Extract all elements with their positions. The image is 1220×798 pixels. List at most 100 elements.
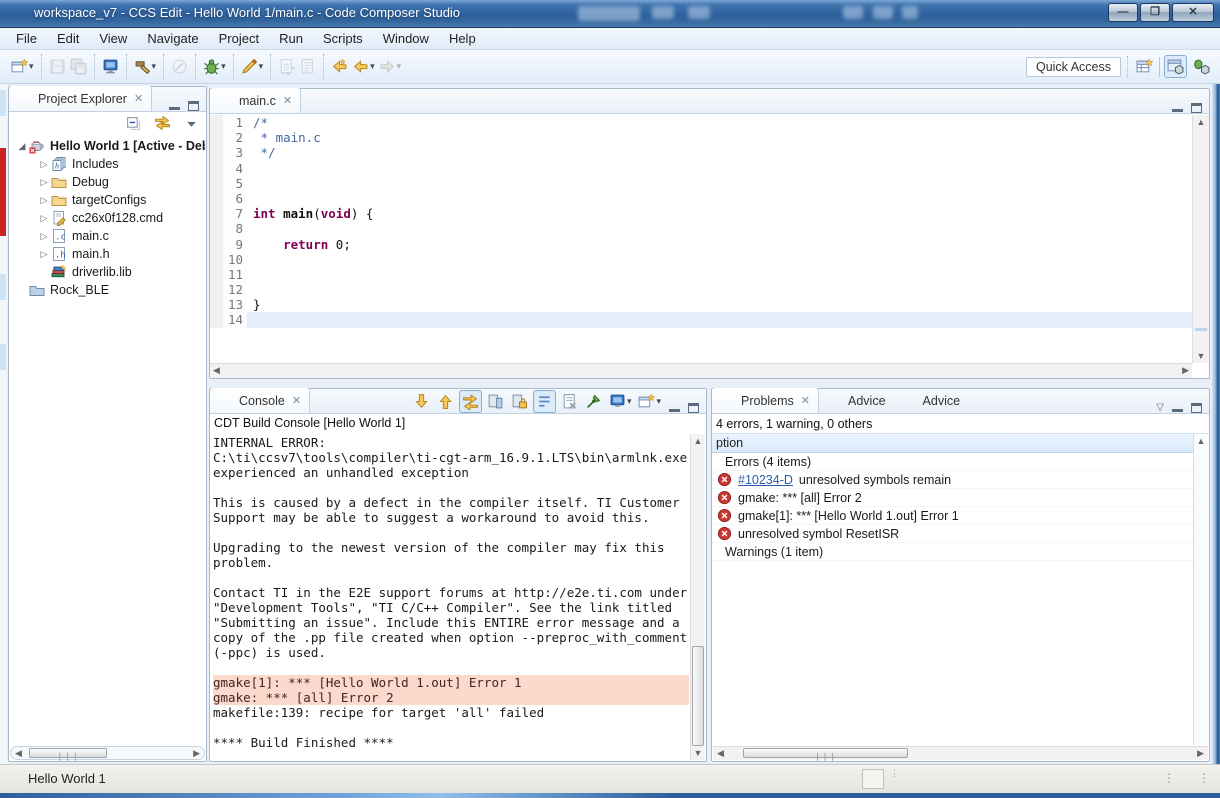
code-line[interactable]: 6	[210, 190, 1192, 207]
tree-item-mainc[interactable]: ▷ .c main.c	[9, 227, 205, 245]
minimize-view-icon[interactable]	[1172, 104, 1183, 112]
problem-error-row[interactable]: gmake: *** [all] Error 2	[712, 489, 1193, 507]
menu-navigate[interactable]: Navigate	[137, 29, 208, 48]
scroll-lock-button[interactable]	[509, 391, 530, 412]
target-console-button[interactable]	[100, 56, 121, 77]
dropdown-arrow-icon[interactable]: ▾	[259, 61, 264, 72]
scroll-right-icon[interactable]: ▶	[1197, 748, 1204, 759]
scroll-right-icon[interactable]: ▶	[1182, 365, 1189, 376]
dropdown-arrow-icon[interactable]: ▾	[397, 61, 402, 72]
expander-icon[interactable]: ▷	[37, 177, 51, 188]
menu-scripts[interactable]: Scripts	[313, 29, 373, 48]
tree-item-targetconfigs[interactable]: ▷ targetConfigs	[9, 191, 205, 209]
clear-console-button[interactable]	[559, 391, 580, 412]
problems-group-row[interactable]: Errors (4 items)	[712, 453, 1193, 471]
dropdown-arrow-icon[interactable]: ▾	[370, 61, 375, 72]
tree-item-includes[interactable]: ▷ h Includes	[9, 155, 205, 173]
last-edit-button[interactable]	[329, 56, 350, 77]
minimize-button[interactable]: —	[1108, 3, 1138, 22]
problems-vertical-scrollbar[interactable]: ▲	[1193, 434, 1208, 745]
code-line[interactable]: 13}	[210, 297, 1192, 313]
prev-annotation-button[interactable]	[435, 391, 456, 412]
description-column-header[interactable]: ption	[712, 434, 1193, 453]
tab-advice-1[interactable]: Advice	[819, 388, 894, 413]
minimize-view-icon[interactable]	[169, 102, 180, 110]
scroll-up-icon[interactable]: ▲	[1194, 436, 1208, 446]
code-line[interactable]: 11	[210, 266, 1192, 283]
problems-horizontal-scrollbar[interactable]: ◀ ❘❘❘ ▶	[713, 746, 1208, 761]
close-icon[interactable]: ✕	[134, 92, 143, 105]
restore-button[interactable]: ❐	[1140, 3, 1170, 22]
expander-icon[interactable]: ◢	[15, 141, 29, 152]
menu-run[interactable]: Run	[269, 29, 313, 48]
close-icon[interactable]: ✕	[801, 394, 810, 407]
link-annotations-button[interactable]	[458, 390, 482, 413]
console-activity-icon[interactable]	[862, 769, 884, 789]
tab-problems[interactable]: Problems ✕	[712, 388, 820, 413]
flash-button[interactable]: ▾	[239, 56, 266, 77]
problem-error-row[interactable]: gmake[1]: *** [Hello World 1.out] Error …	[712, 507, 1193, 525]
ccs-debug-perspective-button[interactable]	[1191, 56, 1212, 77]
open-console-button[interactable]: ▾	[636, 391, 663, 412]
quick-access-button[interactable]: Quick Access	[1025, 56, 1121, 77]
tree-item-cc26x0f128cmd[interactable]: ▷ cc26x0f128.cmd	[9, 209, 205, 227]
show-console-output-button[interactable]	[485, 391, 506, 412]
tree-item-driverliblib[interactable]: driverlib.lib	[9, 263, 205, 281]
expander-icon[interactable]: ▷	[37, 213, 51, 224]
dropdown-arrow-icon[interactable]: ▾	[627, 396, 632, 407]
ccs-edit-perspective-button[interactable]	[1164, 55, 1187, 78]
collapse-all-button[interactable]	[123, 113, 144, 134]
tree-item-rockble[interactable]: Rock_BLE	[9, 281, 205, 299]
scroll-down-icon[interactable]: ▼	[1193, 351, 1209, 361]
code-line[interactable]: 12	[210, 282, 1192, 298]
maximize-view-icon[interactable]	[688, 403, 699, 413]
scrollbar-thumb[interactable]: ❘❘❘	[743, 748, 908, 761]
minimize-view-icon[interactable]	[669, 404, 680, 412]
horizontal-scrollbar[interactable]: ◀ ❘❘❘ ▶	[10, 746, 205, 761]
menu-window[interactable]: Window	[373, 29, 439, 48]
close-button[interactable]: ✕	[1172, 3, 1214, 22]
code-line[interactable]: 5	[210, 175, 1192, 191]
maximize-view-icon[interactable]	[1191, 402, 1202, 413]
code-line[interactable]: 3 */	[210, 145, 1192, 161]
problems-group-row[interactable]: Warnings (1 item)	[712, 543, 1193, 561]
code-line[interactable]: 7 int main(void) {	[210, 206, 1192, 222]
code-line[interactable]: 4	[210, 160, 1192, 176]
code-line[interactable]: 14	[210, 312, 1192, 328]
next-annotation-button[interactable]	[411, 391, 432, 412]
code-line[interactable]: 8	[210, 221, 1192, 237]
dropdown-arrow-icon[interactable]: ▾	[221, 61, 226, 72]
link-with-editor-button[interactable]	[152, 113, 173, 134]
problem-error-row[interactable]: unresolved symbol ResetISR	[712, 525, 1193, 543]
menu-help[interactable]: Help	[439, 29, 486, 48]
build-button[interactable]: ▾	[132, 56, 159, 77]
scroll-up-icon[interactable]: ▲	[691, 436, 705, 446]
menu-edit[interactable]: Edit	[47, 29, 89, 48]
menu-view[interactable]: View	[89, 29, 137, 48]
console-vertical-scrollbar[interactable]: ▲ ▼	[690, 434, 705, 760]
console-output[interactable]: INTERNAL ERROR: C:\ti\ccsv7\tools\compil…	[213, 435, 689, 759]
scroll-left-icon[interactable]: ◀	[15, 748, 22, 759]
code-line[interactable]: 1 /*	[210, 115, 1192, 131]
minimize-view-icon[interactable]	[1172, 404, 1183, 412]
problem-error-row[interactable]: #10234-D unresolved symbols remain	[712, 471, 1193, 489]
open-perspective-button[interactable]	[1134, 56, 1155, 77]
scrollbar-thumb[interactable]: ❘❘❘	[29, 748, 107, 761]
close-icon[interactable]: ✕	[283, 94, 292, 107]
scroll-left-icon[interactable]: ◀	[213, 365, 220, 376]
dropdown-arrow-icon[interactable]: ▾	[29, 61, 34, 72]
code-line[interactable]: 10	[210, 251, 1192, 267]
pin-console-button[interactable]	[583, 391, 604, 412]
editor-horizontal-scrollbar[interactable]: ◀ ▶	[210, 363, 1192, 378]
expander-icon[interactable]: ▷	[37, 195, 51, 206]
expander-icon[interactable]: ▷	[37, 249, 51, 260]
title-bar[interactable]: workspace_v7 - CCS Edit - Hello World 1/…	[0, 0, 1220, 28]
close-icon[interactable]: ✕	[292, 394, 301, 407]
scrollbar-thumb[interactable]	[692, 646, 704, 746]
tree-item-mainh[interactable]: ▷ .h main.h	[9, 245, 205, 263]
tab-main-c[interactable]: main.c ✕	[210, 88, 302, 113]
menu-file[interactable]: File	[6, 29, 47, 48]
menu-project[interactable]: Project	[209, 29, 269, 48]
editor-vertical-scrollbar[interactable]: ▲ ▼	[1192, 115, 1209, 363]
code-line[interactable]: 2 * main.c	[210, 130, 1192, 146]
